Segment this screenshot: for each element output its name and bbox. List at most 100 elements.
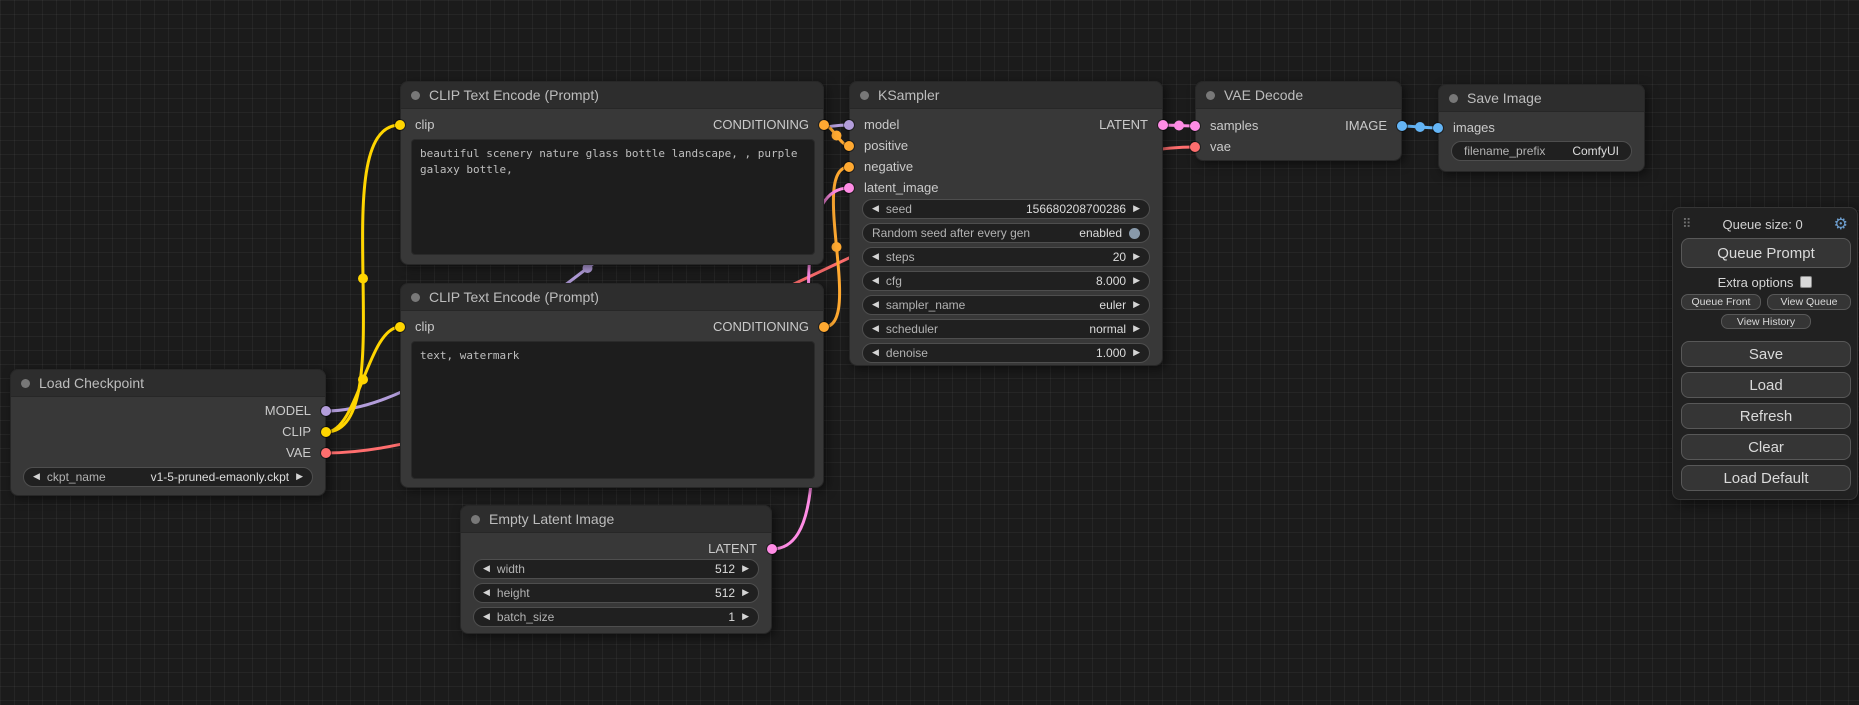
- node-clip-text-encode-negative[interactable]: CLIP Text Encode (Prompt) clip CONDITION…: [400, 283, 824, 488]
- port-dot[interactable]: [844, 141, 854, 151]
- slot-label: latent_image: [864, 178, 938, 198]
- node-header[interactable]: VAE Decode: [1195, 81, 1402, 109]
- node-header[interactable]: Empty Latent Image: [460, 505, 772, 533]
- link-midpoint-dot[interactable]: [358, 375, 368, 385]
- queue-prompt-button[interactable]: Queue Prompt: [1681, 238, 1851, 268]
- node-header[interactable]: Save Image: [1438, 84, 1645, 112]
- extra-options-checkbox[interactable]: [1800, 276, 1812, 288]
- collapse-dot[interactable]: [411, 293, 420, 302]
- port-dot[interactable]: [844, 162, 854, 172]
- increment-arrow-icon[interactable]: ▶: [1133, 253, 1140, 262]
- link-midpoint-dot[interactable]: [1174, 121, 1184, 131]
- widget-width[interactable]: ◀ width 512 ▶: [473, 559, 759, 579]
- port-dot[interactable]: [1397, 121, 1407, 131]
- collapse-dot[interactable]: [471, 515, 480, 524]
- node-header[interactable]: CLIP Text Encode (Prompt): [400, 283, 824, 311]
- increment-arrow-icon[interactable]: ▶: [1133, 205, 1140, 214]
- load-button[interactable]: Load: [1681, 372, 1851, 398]
- widget-height[interactable]: ◀ height 512 ▶: [473, 583, 759, 603]
- widget-value: 20: [1113, 250, 1126, 264]
- decrement-arrow-icon[interactable]: ◀: [483, 613, 490, 622]
- node-header[interactable]: CLIP Text Encode (Prompt): [400, 81, 824, 109]
- node-graph-canvas[interactable]: Load Checkpoint MODEL CLIP VAE ◀ ckpt_na…: [0, 0, 1859, 705]
- refresh-button[interactable]: Refresh: [1681, 403, 1851, 429]
- link-midpoint-dot[interactable]: [1415, 122, 1425, 132]
- port-dot[interactable]: [321, 406, 331, 416]
- widget-ckpt-name[interactable]: ◀ ckpt_name v1-5-pruned-emaonly.ckpt ▶: [23, 467, 313, 487]
- slot-label: model: [864, 115, 899, 135]
- input-slot-latent-image: latent_image: [850, 178, 1162, 198]
- prompt-textarea[interactable]: text, watermark: [411, 341, 815, 479]
- widget-value: 156680208700286: [1026, 202, 1126, 216]
- collapse-dot[interactable]: [860, 91, 869, 100]
- toggle-on-icon[interactable]: [1129, 228, 1140, 239]
- increment-arrow-icon[interactable]: ▶: [742, 565, 749, 574]
- widget-filename-prefix[interactable]: filename_prefix ComfyUI: [1451, 141, 1632, 161]
- output-slot-vae: VAE: [11, 443, 325, 463]
- widget-cfg[interactable]: ◀ cfg 8.000 ▶: [862, 271, 1150, 291]
- port-dot[interactable]: [844, 120, 854, 130]
- port-dot[interactable]: [819, 322, 829, 332]
- collapse-dot[interactable]: [1449, 94, 1458, 103]
- port-dot[interactable]: [395, 120, 405, 130]
- widget-steps[interactable]: ◀ steps 20 ▶: [862, 247, 1150, 267]
- port-dot[interactable]: [767, 544, 777, 554]
- node-vae-decode[interactable]: VAE Decode samples IMAGE vae: [1195, 81, 1402, 161]
- save-button[interactable]: Save: [1681, 341, 1851, 367]
- node-header[interactable]: KSampler: [849, 81, 1163, 109]
- increment-arrow-icon[interactable]: ▶: [1133, 349, 1140, 358]
- queue-front-button[interactable]: Queue Front: [1681, 294, 1761, 310]
- prompt-textarea[interactable]: beautiful scenery nature glass bottle la…: [411, 139, 815, 255]
- node-load-checkpoint[interactable]: Load Checkpoint MODEL CLIP VAE ◀ ckpt_na…: [10, 369, 326, 496]
- port-dot[interactable]: [321, 427, 331, 437]
- port-dot[interactable]: [1158, 120, 1168, 130]
- decrement-arrow-icon[interactable]: ◀: [872, 277, 879, 286]
- collapse-dot[interactable]: [1206, 91, 1215, 100]
- port-dot[interactable]: [844, 183, 854, 193]
- widget-seed[interactable]: ◀ seed 156680208700286 ▶: [862, 199, 1150, 219]
- node-clip-text-encode-positive[interactable]: CLIP Text Encode (Prompt) clip CONDITION…: [400, 81, 824, 265]
- increment-arrow-icon[interactable]: ▶: [296, 473, 303, 482]
- decrement-arrow-icon[interactable]: ◀: [872, 301, 879, 310]
- increment-arrow-icon[interactable]: ▶: [742, 613, 749, 622]
- widget-scheduler[interactable]: ◀ scheduler normal ▶: [862, 319, 1150, 339]
- view-queue-button[interactable]: View Queue: [1767, 294, 1851, 310]
- widget-batch-size[interactable]: ◀ batch_size 1 ▶: [473, 607, 759, 627]
- node-empty-latent-image[interactable]: Empty Latent Image LATENT ◀ width 512 ▶ …: [460, 505, 772, 634]
- widget-random-seed-toggle[interactable]: Random seed after every gen enabled: [862, 223, 1150, 243]
- increment-arrow-icon[interactable]: ▶: [742, 589, 749, 598]
- node-header[interactable]: Load Checkpoint: [10, 369, 326, 397]
- node-save-image[interactable]: Save Image images filename_prefix ComfyU…: [1438, 84, 1645, 172]
- decrement-arrow-icon[interactable]: ◀: [872, 325, 879, 334]
- decrement-arrow-icon[interactable]: ◀: [872, 205, 879, 214]
- port-dot[interactable]: [1433, 123, 1443, 133]
- view-history-button[interactable]: View History: [1721, 314, 1811, 329]
- increment-arrow-icon[interactable]: ▶: [1133, 301, 1140, 310]
- link-midpoint-dot[interactable]: [832, 131, 842, 141]
- increment-arrow-icon[interactable]: ▶: [1133, 277, 1140, 286]
- slot-label: IMAGE: [1345, 116, 1387, 136]
- gear-icon[interactable]: ⚙: [1834, 216, 1848, 232]
- widget-denoise[interactable]: ◀ denoise 1.000 ▶: [862, 343, 1150, 363]
- decrement-arrow-icon[interactable]: ◀: [33, 473, 40, 482]
- collapse-dot[interactable]: [411, 91, 420, 100]
- clear-button[interactable]: Clear: [1681, 434, 1851, 460]
- collapse-dot[interactable]: [21, 379, 30, 388]
- load-default-button[interactable]: Load Default: [1681, 465, 1851, 491]
- increment-arrow-icon[interactable]: ▶: [1133, 325, 1140, 334]
- node-ksampler[interactable]: KSampler model LATENT positive negative …: [849, 81, 1163, 366]
- decrement-arrow-icon[interactable]: ◀: [872, 253, 879, 262]
- decrement-arrow-icon[interactable]: ◀: [872, 349, 879, 358]
- port-dot[interactable]: [395, 322, 405, 332]
- port-dot[interactable]: [321, 448, 331, 458]
- decrement-arrow-icon[interactable]: ◀: [483, 589, 490, 598]
- port-dot[interactable]: [1190, 142, 1200, 152]
- widget-sampler-name[interactable]: ◀ sampler_name euler ▶: [862, 295, 1150, 315]
- drag-handle-icon[interactable]: ⠿: [1682, 217, 1692, 232]
- port-dot[interactable]: [819, 120, 829, 130]
- link-midpoint-dot[interactable]: [832, 242, 842, 252]
- link-midpoint-dot[interactable]: [358, 274, 368, 284]
- node-title: CLIP Text Encode (Prompt): [429, 289, 599, 305]
- port-dot[interactable]: [1190, 121, 1200, 131]
- decrement-arrow-icon[interactable]: ◀: [483, 565, 490, 574]
